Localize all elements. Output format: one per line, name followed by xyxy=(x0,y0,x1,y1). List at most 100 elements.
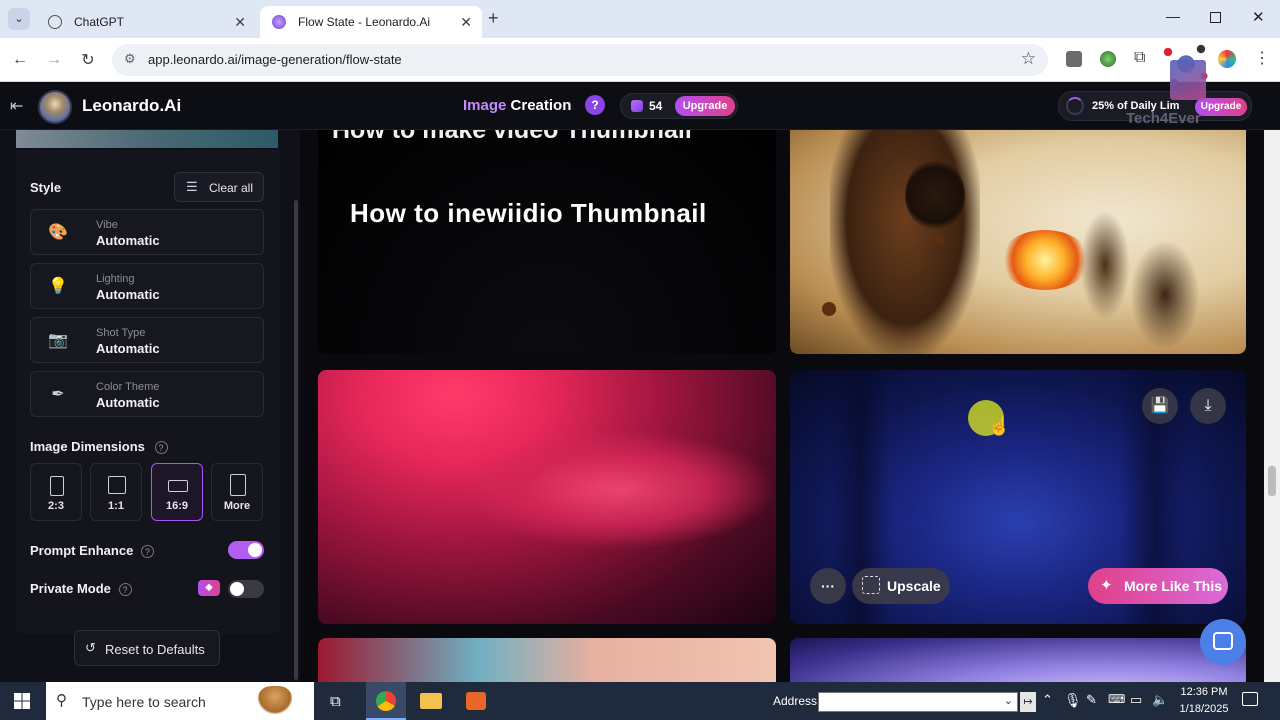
pen-icon[interactable]: ✎ xyxy=(1086,692,1097,708)
dimension-label: 16:9 xyxy=(165,500,189,512)
taskbar-search-box[interactable]: ⚲ Type here to search xyxy=(46,682,314,720)
dimension-more[interactable]: More xyxy=(211,463,263,521)
profile-avatar[interactable] xyxy=(1218,50,1236,68)
lightbulb-icon: 💡 xyxy=(48,278,68,295)
shot-type-selector[interactable]: 📷 Shot Type Automatic xyxy=(30,317,264,363)
address-toolbar-input[interactable]: ⌄ xyxy=(818,692,1018,712)
chrome-menu-icon[interactable]: ⋮ xyxy=(1254,48,1270,68)
close-tab-icon[interactable]: ✕ xyxy=(234,14,246,31)
generated-image-card[interactable] xyxy=(790,130,1246,354)
site-info-icon[interactable]: ⚙ xyxy=(124,51,136,67)
extension-icon[interactable] xyxy=(1066,51,1082,67)
thumbnail-top-text: How to make video Thumbnail xyxy=(332,130,692,144)
download-image-button[interactable]: ⤓ xyxy=(1190,388,1226,424)
image-gallery: How to make video Thumbnail How to inewi… xyxy=(300,130,1264,682)
lighting-selector[interactable]: 💡 Lighting Automatic xyxy=(30,263,264,309)
generated-image-card[interactable]: How to make video Thumbnail How to inewi… xyxy=(318,130,776,354)
option-value: Automatic xyxy=(96,233,160,248)
dimension-1-1[interactable]: 1:1 xyxy=(90,463,142,521)
close-tab-icon[interactable]: ✕ xyxy=(460,14,472,31)
more-like-this-label: More Like This xyxy=(1124,578,1223,594)
warrior-figure xyxy=(830,130,980,354)
preview-strip xyxy=(16,130,278,148)
prompt-enhance-toggle[interactable] xyxy=(228,541,264,559)
taskbar-search-placeholder: Type here to search xyxy=(82,694,206,710)
reload-icon[interactable]: ↻ xyxy=(76,48,100,72)
restore-icon[interactable] xyxy=(1210,12,1221,23)
page-scrollbar-track[interactable] xyxy=(1264,130,1280,682)
close-window-icon[interactable]: ✕ xyxy=(1252,8,1265,26)
clear-all-label: Clear all xyxy=(209,181,254,195)
premium-gem-icon: ◆ xyxy=(198,580,220,596)
more-like-this-button[interactable]: ✦ More Like This xyxy=(1088,568,1228,604)
sidebar-scrollbar[interactable] xyxy=(294,200,298,680)
notifications-icon[interactable] xyxy=(1242,692,1258,706)
address-go-icon[interactable]: ↦ xyxy=(1020,692,1036,712)
generated-image-card[interactable]: 💾 ⤓ ☝ ··· Upscale ✦ More Like This xyxy=(790,370,1246,624)
address-bar[interactable]: ⚙ app.leonardo.ai/image-generation/flow-… xyxy=(112,44,1048,76)
search-mascot-icon xyxy=(258,686,292,716)
clear-all-button[interactable]: ☰ Clear all xyxy=(174,172,264,202)
info-icon[interactable]: ? xyxy=(118,583,132,596)
clock-date[interactable]: 1/18/2025 xyxy=(1178,703,1230,715)
help-button[interactable]: ? xyxy=(585,95,605,115)
file-explorer-icon[interactable] xyxy=(420,693,442,709)
chatgpt-favicon-icon xyxy=(48,15,62,29)
generated-image-card[interactable] xyxy=(790,638,1246,682)
tab-leonardo[interactable]: Flow State - Leonardo.Ai ✕ xyxy=(260,6,482,38)
progress-ring-icon xyxy=(1066,97,1084,115)
ime-icon[interactable]: ⌨ xyxy=(1108,692,1125,706)
dimension-2-3[interactable]: 2:3 xyxy=(30,463,82,521)
recorder-app-icon[interactable] xyxy=(466,692,486,710)
info-icon[interactable]: ? xyxy=(140,545,154,558)
sparkle-icon: ✦ xyxy=(1100,577,1113,594)
reset-defaults-button[interactable]: ↺ Reset to Defaults xyxy=(74,630,220,666)
upscale-button[interactable]: Upscale xyxy=(852,568,950,604)
extensions-puzzle-icon[interactable]: ⧉ xyxy=(1134,49,1145,67)
reset-icon: ↺ xyxy=(85,640,96,655)
save-image-button[interactable]: 💾 xyxy=(1142,388,1178,424)
page-scrollbar-thumb[interactable] xyxy=(1268,466,1276,496)
extension-globe-icon[interactable] xyxy=(1100,51,1116,67)
network-icon[interactable]: ▭ xyxy=(1130,692,1142,708)
generated-image-card[interactable] xyxy=(318,638,776,682)
more-options-button[interactable]: ··· xyxy=(810,568,846,604)
private-mode-toggle[interactable] xyxy=(228,580,264,598)
tray-chevron-icon[interactable]: ⌃ xyxy=(1042,692,1053,708)
task-view-icon[interactable]: ⧉ xyxy=(330,693,341,710)
back-icon[interactable]: ← xyxy=(8,48,32,72)
color-theme-selector[interactable]: ✒ Color Theme Automatic xyxy=(30,371,264,417)
reset-label: Reset to Defaults xyxy=(105,642,205,657)
app-header: ⇤ Leonardo.Ai Image Creation ? 54 Upgrad… xyxy=(0,82,1280,130)
collapse-sidebar-icon[interactable]: ⇤ xyxy=(10,96,23,116)
token-balance[interactable]: 54 Upgrade xyxy=(620,93,738,119)
windows-start-icon[interactable] xyxy=(14,693,30,709)
browser-tab-bar: ⌄ ChatGPT ✕ Flow State - Leonardo.Ai ✕ +… xyxy=(0,0,1280,38)
forward-icon[interactable]: → xyxy=(42,48,66,72)
address-toolbar-label: Address xyxy=(773,694,818,708)
clock-time[interactable]: 12:36 PM xyxy=(1178,686,1230,698)
new-tab-button[interactable]: + xyxy=(488,8,499,29)
upgrade-button[interactable]: Upgrade xyxy=(675,96,735,116)
leonardo-logo-icon[interactable] xyxy=(38,90,72,124)
square-shape-icon xyxy=(108,476,126,494)
dimension-16-9[interactable]: 16:9 xyxy=(151,463,203,521)
tab-title: ChatGPT xyxy=(74,15,125,29)
toggle-knob xyxy=(248,543,262,557)
bookmark-star-icon[interactable]: ☆ xyxy=(1021,49,1036,69)
paint-splatter xyxy=(935,235,945,245)
chrome-taskbar-icon[interactable] xyxy=(366,682,406,720)
tab-chatgpt[interactable]: ChatGPT ✕ xyxy=(36,6,256,38)
microphone-icon[interactable]: 🎙 xyxy=(1064,692,1082,709)
brand-name[interactable]: Leonardo.Ai xyxy=(82,96,181,116)
volume-icon[interactable]: 🔈 xyxy=(1152,692,1168,708)
generated-image-card[interactable] xyxy=(318,370,776,624)
mouse-pointer-icon: ☝ xyxy=(988,416,1011,436)
vibe-selector[interactable]: 🎨 Vibe Automatic xyxy=(30,209,264,255)
support-chat-button[interactable] xyxy=(1200,619,1246,665)
dropdown-arrow-icon[interactable]: ⌄ xyxy=(1004,694,1013,707)
minimize-icon[interactable]: — xyxy=(1166,8,1180,24)
tab-search-button[interactable]: ⌄ xyxy=(8,8,30,30)
palette-icon: 🎨 xyxy=(48,224,68,241)
info-icon[interactable]: ? xyxy=(154,441,168,454)
